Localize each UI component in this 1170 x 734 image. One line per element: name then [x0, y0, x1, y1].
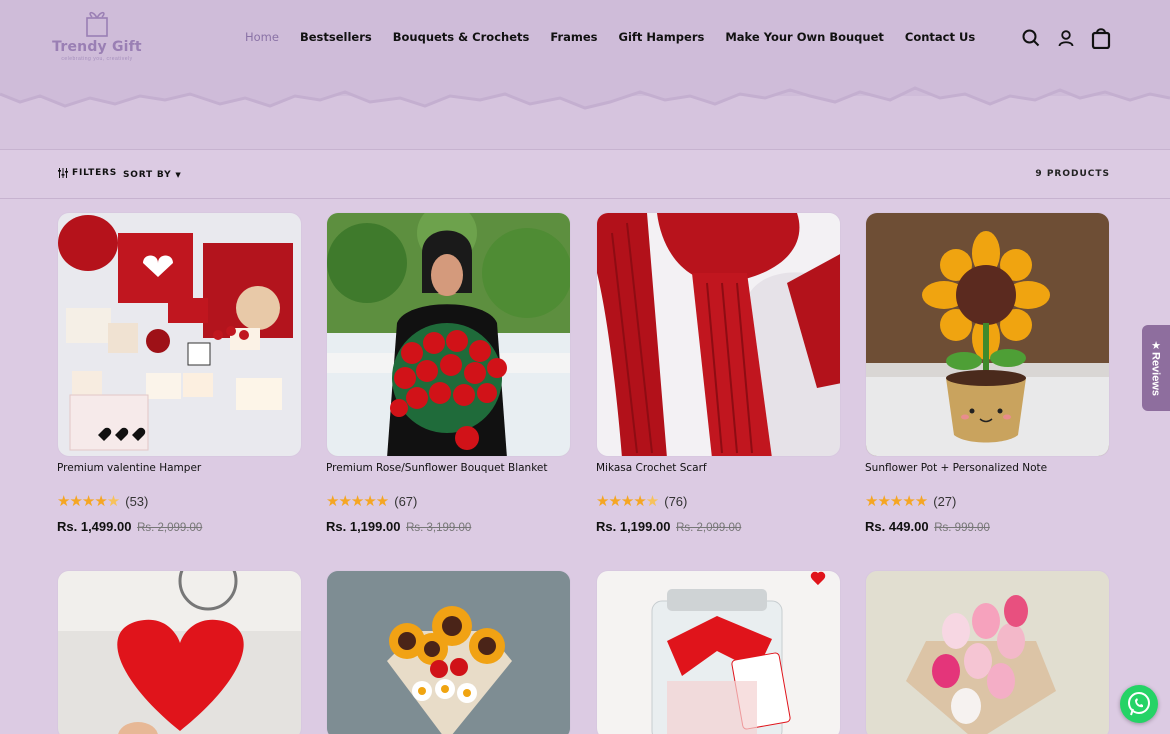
product-image-sunflower-bouquet[interactable]	[326, 570, 571, 734]
nav-bouquets-crochets[interactable]: Bouquets & Crochets	[393, 30, 530, 44]
sort-by-label: SORT BY	[123, 170, 172, 180]
product-price: Rs. 449.00 Rs. 999.00	[865, 519, 1110, 534]
nav-frames[interactable]: Frames	[550, 30, 597, 44]
compare-price: Rs. 2,099.00	[137, 522, 203, 534]
product-card[interactable]: Premium valentine Hamper ★★★★★ (53) Rs. …	[57, 212, 302, 534]
rating-stars-icon: ★★★★★	[326, 493, 389, 510]
sale-price: Rs. 1,199.00	[326, 519, 401, 534]
product-price: Rs. 1,499.00 Rs. 2,099.00	[57, 519, 302, 534]
main-nav: Home Bestsellers Bouquets & Crochets Fra…	[245, 30, 996, 44]
product-price: Rs. 1,199.00 Rs. 2,099.00	[596, 519, 841, 534]
caret-down-icon: ▼	[175, 171, 182, 179]
rating-count: (27)	[933, 493, 957, 509]
site-header: Trendy Gift celebrating you, creatively …	[0, 0, 1170, 150]
compare-price: Rs. 2,099.00	[676, 522, 742, 534]
compare-price: Rs. 3,199.00	[406, 522, 472, 534]
rating-stars-icon: ★★★★★	[865, 493, 928, 510]
gift-box-icon	[86, 11, 108, 37]
sale-price: Rs. 449.00	[865, 519, 929, 534]
rating-stars-icon: ★★★★★	[57, 493, 120, 510]
compare-price: Rs. 999.00	[934, 522, 990, 534]
cart-icon[interactable]	[1089, 26, 1113, 50]
nav-gift-hampers[interactable]: Gift Hampers	[619, 30, 705, 44]
brand-tagline: celebrating you, creatively	[61, 56, 133, 62]
whatsapp-chat-button[interactable]	[1120, 685, 1158, 723]
nav-bestsellers[interactable]: Bestsellers	[300, 30, 372, 44]
product-title[interactable]: Premium Rose/Sunflower Bouquet Blanket	[326, 462, 571, 474]
nav-make-your-own-bouquet[interactable]: Make Your Own Bouquet	[725, 30, 884, 44]
nav-home[interactable]: Home	[245, 30, 279, 44]
collection-toolbar: FILTERS SORT BY ▼ 9 PRODUCTS	[0, 149, 1170, 199]
product-title[interactable]: Sunflower Pot + Personalized Note	[865, 462, 1110, 474]
rating-stars-icon: ★★★★★	[596, 493, 659, 510]
product-card[interactable]	[865, 570, 1110, 734]
header-actions	[1019, 26, 1124, 50]
whatsapp-icon	[1128, 692, 1150, 716]
reviews-side-tab[interactable]: ★Reviews	[1142, 325, 1170, 411]
torn-paper-divider	[0, 78, 1170, 110]
product-title[interactable]: Premium valentine Hamper	[57, 462, 302, 474]
product-image-reasons-jar[interactable]	[596, 570, 841, 734]
brand-name: Trendy Gift	[52, 39, 142, 55]
sliders-icon	[58, 168, 68, 178]
product-rating: ★★★★★ (27)	[865, 492, 1110, 510]
product-card[interactable]: Sunflower Pot + Personalized Note ★★★★★ …	[865, 212, 1110, 534]
rating-count: (67)	[394, 493, 418, 509]
rating-count: (53)	[125, 493, 149, 509]
product-rating: ★★★★★ (76)	[596, 492, 841, 510]
filters-button[interactable]: FILTERS	[58, 168, 117, 178]
product-price: Rs. 1,199.00 Rs. 3,199.00	[326, 519, 571, 534]
nav-contact-us[interactable]: Contact Us	[905, 30, 975, 44]
search-icon[interactable]	[1019, 26, 1043, 50]
product-image-crochet-heart[interactable]	[57, 570, 302, 734]
product-image-sunflower-pot[interactable]	[865, 212, 1110, 457]
filters-label: FILTERS	[72, 168, 118, 178]
account-icon[interactable]	[1054, 26, 1078, 50]
sale-price: Rs. 1,199.00	[596, 519, 671, 534]
product-card[interactable]: Premium Rose/Sunflower Bouquet Blanket ★…	[326, 212, 571, 534]
product-image-hamper[interactable]	[57, 212, 302, 457]
product-card[interactable]: Mikasa Crochet Scarf ★★★★★ (76) Rs. 1,19…	[596, 212, 841, 534]
rating-count: (76)	[664, 493, 688, 509]
product-card[interactable]	[596, 570, 841, 734]
brand-logo[interactable]: Trendy Gift celebrating you, creatively	[52, 8, 142, 68]
product-image-scarf[interactable]	[596, 212, 841, 457]
sort-by-dropdown[interactable]: SORT BY ▼	[123, 170, 182, 180]
product-card[interactable]	[57, 570, 302, 734]
product-image-tulip-bouquet[interactable]	[865, 570, 1110, 734]
product-title[interactable]: Mikasa Crochet Scarf	[596, 462, 841, 474]
reviews-tab-label: ★Reviews	[1149, 339, 1162, 397]
product-count: 9 PRODUCTS	[1035, 169, 1110, 179]
product-image-bouquet-blanket[interactable]	[326, 212, 571, 457]
product-rating: ★★★★★ (53)	[57, 492, 302, 510]
product-card[interactable]	[326, 570, 571, 734]
product-rating: ★★★★★ (67)	[326, 492, 571, 510]
sale-price: Rs. 1,499.00	[57, 519, 132, 534]
